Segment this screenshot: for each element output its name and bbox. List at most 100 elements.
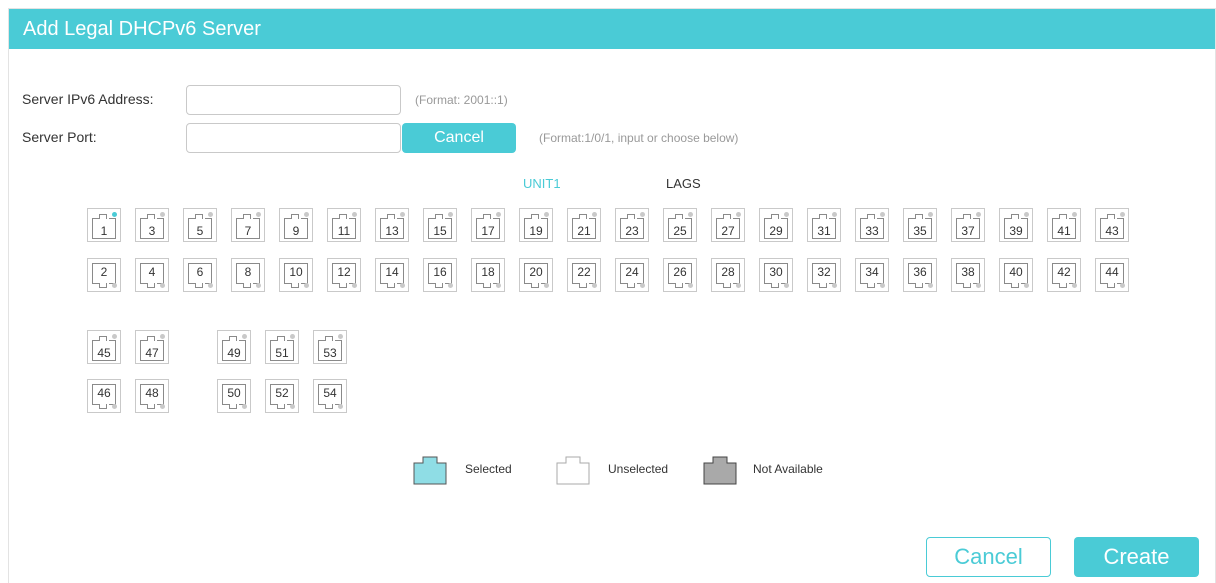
port-led-icon <box>976 212 981 217</box>
port-31[interactable]: 31 <box>807 208 841 242</box>
port-led-icon <box>784 283 789 288</box>
port-28[interactable]: 28 <box>711 258 745 292</box>
port-number: 6 <box>196 265 204 279</box>
port-17[interactable]: 17 <box>471 208 505 242</box>
port-5[interactable]: 5 <box>183 208 217 242</box>
port-notch <box>147 336 155 341</box>
port-23[interactable]: 23 <box>615 208 649 242</box>
port-27[interactable]: 27 <box>711 208 745 242</box>
port-number: 33 <box>865 224 879 238</box>
port-4[interactable]: 4 <box>135 258 169 292</box>
port-50[interactable]: 50 <box>217 379 251 413</box>
port-44[interactable]: 44 <box>1095 258 1129 292</box>
port-40[interactable]: 40 <box>999 258 1033 292</box>
port-number: 35 <box>913 224 927 238</box>
port-48[interactable]: 48 <box>135 379 169 413</box>
port-54[interactable]: 54 <box>313 379 347 413</box>
port-notch <box>1107 283 1115 288</box>
port-37[interactable]: 37 <box>951 208 985 242</box>
port-notch <box>675 214 683 219</box>
port-15[interactable]: 15 <box>423 208 457 242</box>
port-led-icon <box>1120 283 1125 288</box>
port-21[interactable]: 21 <box>567 208 601 242</box>
port-notch <box>723 283 731 288</box>
port-36[interactable]: 36 <box>903 258 937 292</box>
port-number: 41 <box>1057 224 1071 238</box>
port-32[interactable]: 32 <box>807 258 841 292</box>
port-39[interactable]: 39 <box>999 208 1033 242</box>
port-notch <box>771 214 779 219</box>
port-3[interactable]: 3 <box>135 208 169 242</box>
ipv6-address-label: Server IPv6 Address: <box>22 91 154 107</box>
port-24[interactable]: 24 <box>615 258 649 292</box>
port-led-icon <box>112 334 117 339</box>
port-led-icon <box>112 283 117 288</box>
port-notch <box>147 404 155 409</box>
port-51[interactable]: 51 <box>265 330 299 364</box>
port-notch <box>325 336 333 341</box>
port-35[interactable]: 35 <box>903 208 937 242</box>
port-22[interactable]: 22 <box>567 258 601 292</box>
port-18[interactable]: 18 <box>471 258 505 292</box>
port-13[interactable]: 13 <box>375 208 409 242</box>
port-number: 17 <box>481 224 495 238</box>
port-notch <box>819 283 827 288</box>
port-number: 4 <box>148 265 156 279</box>
port-notch <box>277 336 285 341</box>
port-cancel-button[interactable]: Cancel <box>402 123 516 153</box>
cancel-button[interactable]: Cancel <box>926 537 1051 577</box>
port-49[interactable]: 49 <box>217 330 251 364</box>
port-8[interactable]: 8 <box>231 258 265 292</box>
port-led-icon <box>928 283 933 288</box>
ipv6-address-input[interactable] <box>186 85 401 115</box>
port-16[interactable]: 16 <box>423 258 457 292</box>
port-26[interactable]: 26 <box>663 258 697 292</box>
port-11[interactable]: 11 <box>327 208 361 242</box>
port-number: 30 <box>769 265 783 279</box>
port-notch <box>325 404 333 409</box>
port-2[interactable]: 2 <box>87 258 121 292</box>
port-notch <box>229 404 237 409</box>
port-19[interactable]: 19 <box>519 208 553 242</box>
port-53[interactable]: 53 <box>313 330 347 364</box>
port-41[interactable]: 41 <box>1047 208 1081 242</box>
port-notch <box>915 283 923 288</box>
port-notch <box>435 283 443 288</box>
port-30[interactable]: 30 <box>759 258 793 292</box>
port-notch <box>291 214 299 219</box>
port-6[interactable]: 6 <box>183 258 217 292</box>
port-29[interactable]: 29 <box>759 208 793 242</box>
port-52[interactable]: 52 <box>265 379 299 413</box>
port-notch <box>915 214 923 219</box>
port-25[interactable]: 25 <box>663 208 697 242</box>
port-led-icon <box>1072 212 1077 217</box>
server-port-input[interactable] <box>186 123 401 153</box>
port-1[interactable]: 1 <box>87 208 121 242</box>
port-number: 50 <box>227 386 241 400</box>
port-led-icon <box>208 283 213 288</box>
port-14[interactable]: 14 <box>375 258 409 292</box>
port-38[interactable]: 38 <box>951 258 985 292</box>
port-number: 31 <box>817 224 831 238</box>
create-button[interactable]: Create <box>1074 537 1199 577</box>
selected-legend-icon <box>413 456 447 485</box>
port-10[interactable]: 10 <box>279 258 313 292</box>
tab-lags[interactable]: LAGS <box>666 176 701 191</box>
tab-unit1[interactable]: UNIT1 <box>523 176 561 191</box>
port-20[interactable]: 20 <box>519 258 553 292</box>
port-led-icon <box>1024 212 1029 217</box>
port-9[interactable]: 9 <box>279 208 313 242</box>
port-46[interactable]: 46 <box>87 379 121 413</box>
port-7[interactable]: 7 <box>231 208 265 242</box>
port-45[interactable]: 45 <box>87 330 121 364</box>
port-42[interactable]: 42 <box>1047 258 1081 292</box>
port-34[interactable]: 34 <box>855 258 889 292</box>
port-12[interactable]: 12 <box>327 258 361 292</box>
port-notch <box>627 214 635 219</box>
port-led-icon <box>784 212 789 217</box>
port-43[interactable]: 43 <box>1095 208 1129 242</box>
port-33[interactable]: 33 <box>855 208 889 242</box>
port-47[interactable]: 47 <box>135 330 169 364</box>
port-led-icon <box>400 283 405 288</box>
port-number: 49 <box>227 346 241 360</box>
